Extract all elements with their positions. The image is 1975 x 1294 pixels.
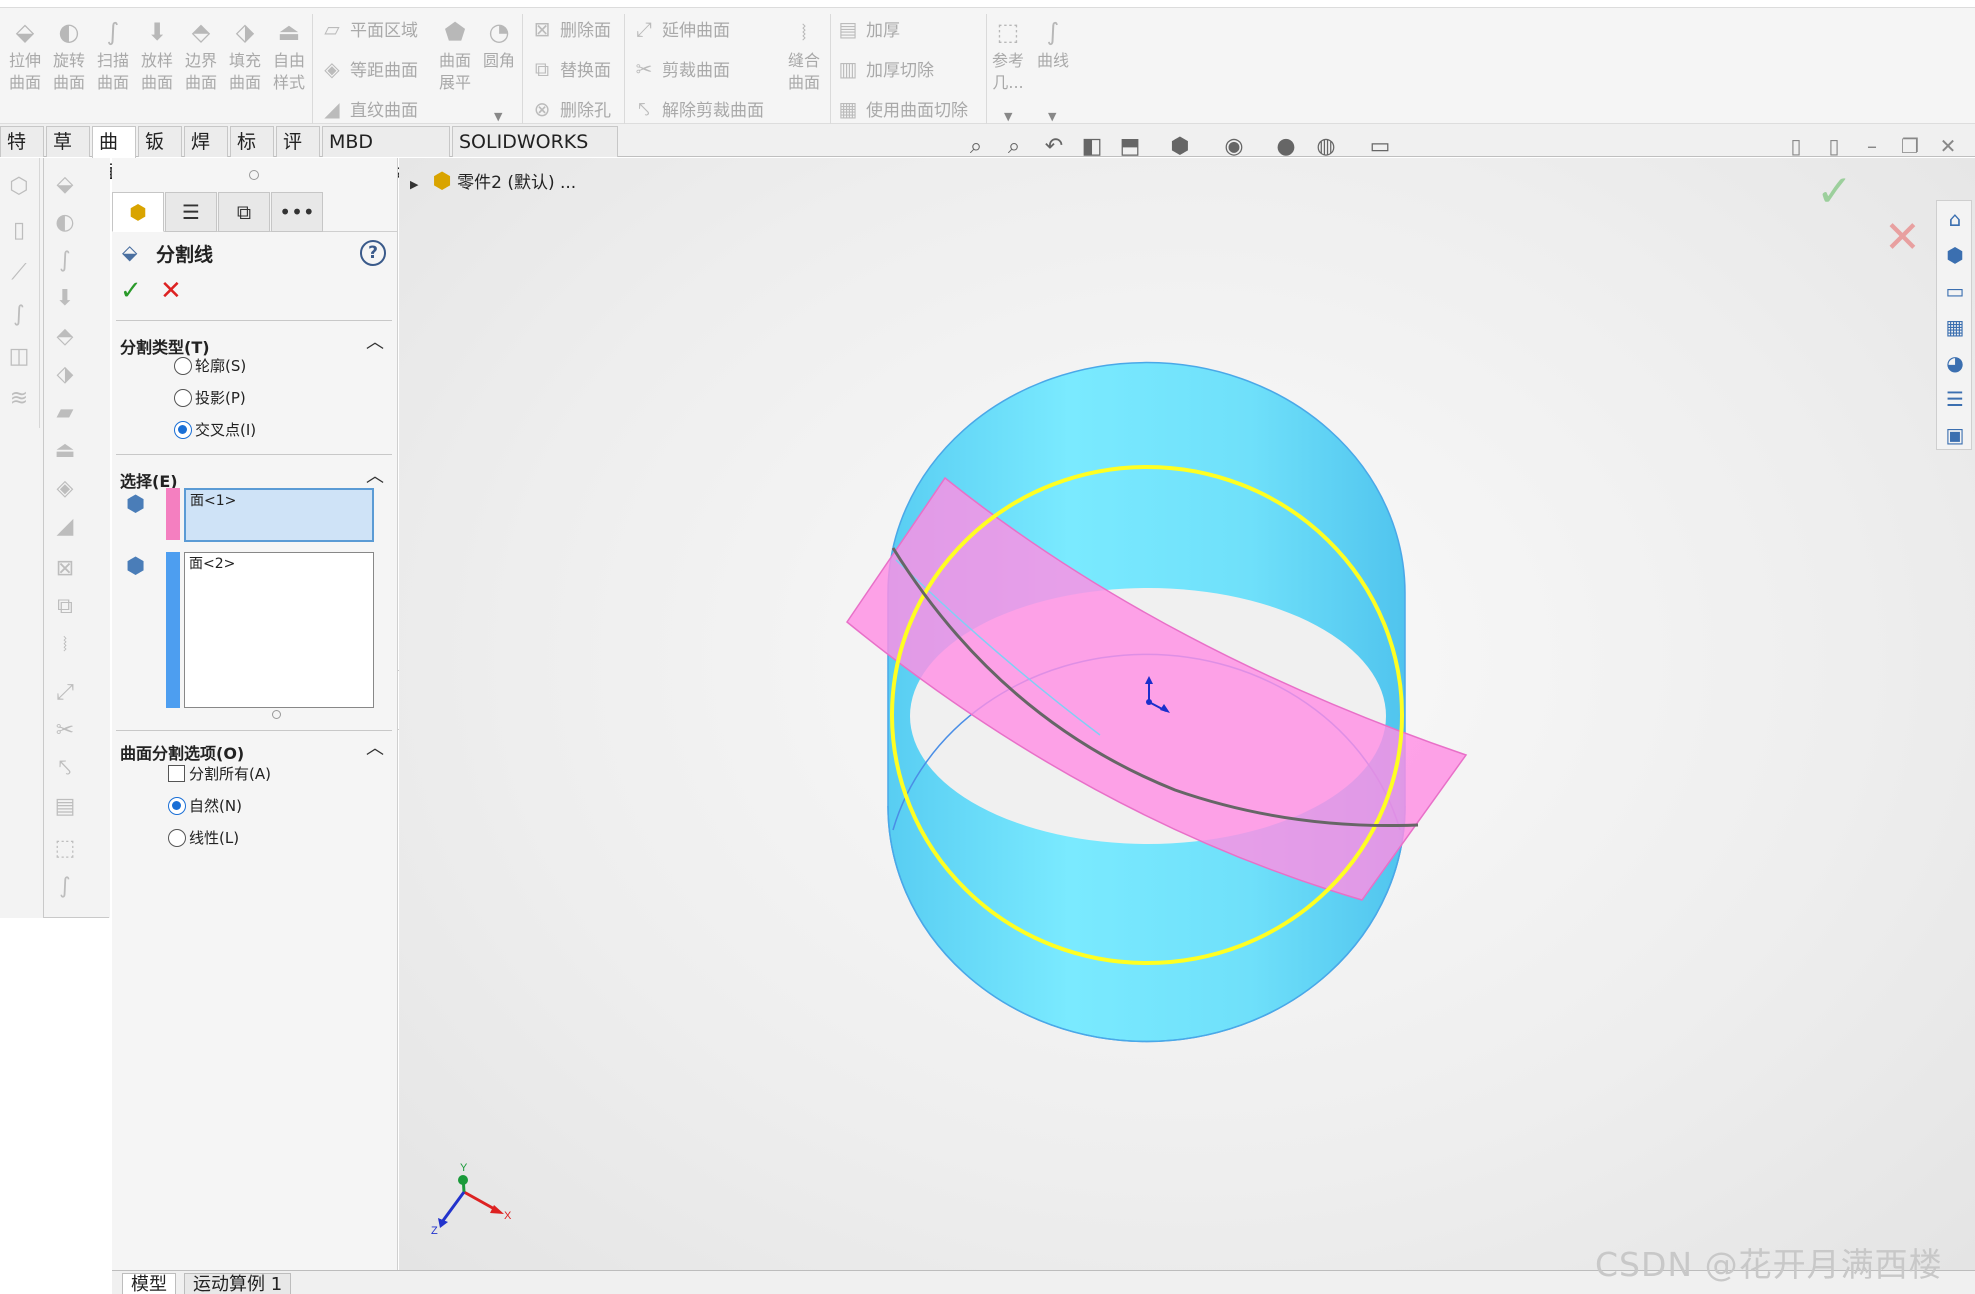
watermark: CSDN @花开月满西楼 xyxy=(1595,1245,1943,1284)
forum-icon[interactable]: ▣ xyxy=(1941,421,1969,449)
appearances-icon[interactable]: ◕ xyxy=(1941,349,1969,377)
axis-z-label: Z xyxy=(431,1225,438,1237)
design-library-icon[interactable]: ⬢ xyxy=(1941,241,1969,269)
model-svg: X Y Z xyxy=(431,361,1468,1237)
custom-properties-icon[interactable]: ☰ xyxy=(1941,385,1969,413)
coordinate-triad: X Y Z xyxy=(431,1162,512,1237)
view-palette-icon[interactable]: ▦ xyxy=(1941,313,1969,341)
tab-motion-study[interactable]: 运动算例 1 xyxy=(184,1273,292,1294)
file-explorer-icon[interactable]: ▭ xyxy=(1941,277,1969,305)
solidworks-window: ⬙ 拉伸 曲面 ◐ 旋转 曲面 ∫ 扫描 曲面 ⬇ 放样 曲面 ⬘ 边界 曲面 ⬗ 填充 曲面 ⏏ 自由 … xyxy=(0,0,1975,1294)
task-pane-bar: ⌂ ⬢ ▭ ▦ ◕ ☰ ▣ xyxy=(1936,200,1972,450)
axis-x-label: X xyxy=(504,1210,512,1222)
tab-model[interactable]: 模型 xyxy=(122,1273,176,1294)
home-icon[interactable]: ⌂ xyxy=(1941,205,1969,233)
axis-y-label: Y xyxy=(460,1162,468,1174)
